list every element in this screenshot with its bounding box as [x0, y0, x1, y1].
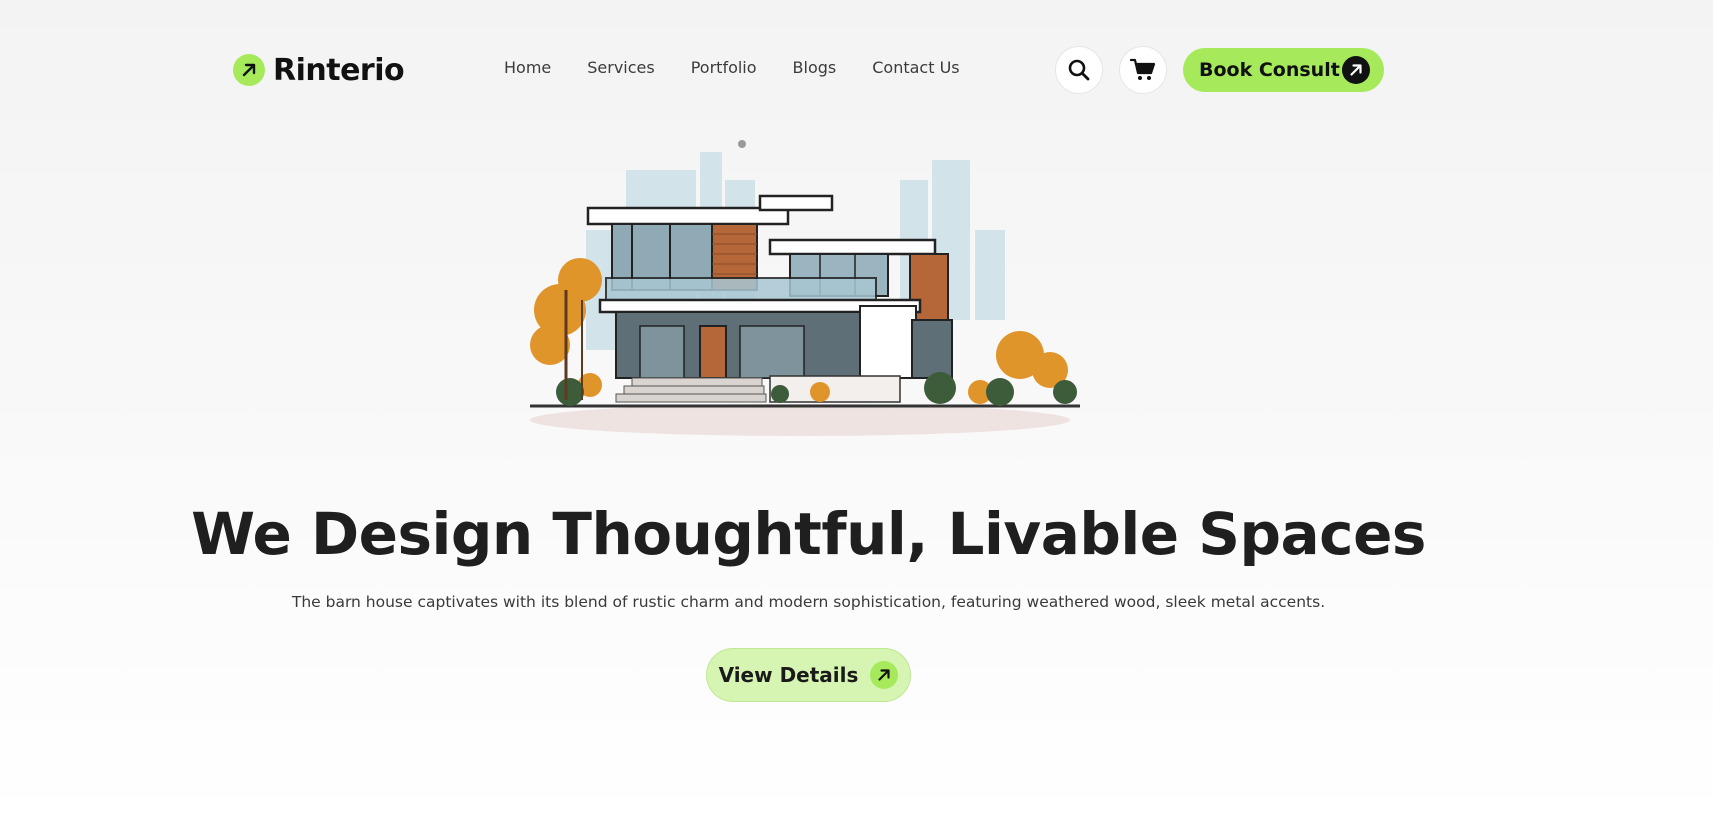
cart-icon: [1130, 58, 1156, 80]
nav-item-home[interactable]: Home: [504, 58, 551, 77]
arrow-up-right-icon: [233, 54, 265, 86]
view-details-button[interactable]: View Details: [706, 648, 911, 702]
brand-name: Rinterio: [273, 52, 405, 88]
nav-item-contact-us[interactable]: Contact Us: [872, 58, 959, 77]
arrow-up-right-icon: [1342, 56, 1370, 84]
nav-item-services[interactable]: Services: [587, 58, 654, 77]
search-button[interactable]: [1055, 46, 1103, 94]
nav-item-blogs[interactable]: Blogs: [793, 58, 837, 77]
main-nav: Home Services Portfolio Blogs Contact Us: [504, 58, 960, 77]
book-consult-button[interactable]: Book Consult: [1183, 48, 1384, 92]
site-header: Rinterio Home Services Portfolio Blogs C…: [0, 0, 1713, 140]
hero-title: We Design Thoughtful, Livable Spaces: [191, 500, 1426, 568]
cart-button[interactable]: [1119, 46, 1167, 94]
search-icon: [1068, 59, 1090, 81]
book-consult-label: Book Consult: [1199, 59, 1340, 81]
arrow-up-right-icon: [870, 661, 899, 689]
view-details-label: View Details: [718, 663, 859, 687]
brand-logo[interactable]: Rinterio: [233, 50, 405, 90]
nav-item-portfolio[interactable]: Portfolio: [691, 58, 757, 77]
modern-house-illustration: [530, 140, 1080, 436]
hero-subtitle: The barn house captivates with its blend…: [291, 593, 1326, 611]
